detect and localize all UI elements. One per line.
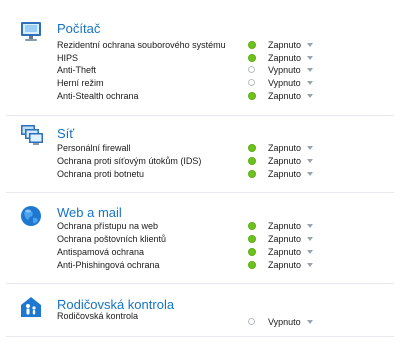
row-label: Ochrana poštovních klientů (57, 234, 167, 244)
list-item: Anti-Theft Vypnuto (57, 63, 387, 77)
chevron-down-icon (307, 237, 313, 241)
list-item: Personální firewall Zapnuto (57, 141, 387, 155)
parental-control-icon (20, 296, 42, 318)
list-item: Ochrana poštovních klientů Zapnuto (57, 232, 387, 246)
section-divider (6, 283, 394, 284)
status-dot-icon (248, 92, 256, 100)
list-item: Rodičovská kontrola Vypnuto (57, 309, 387, 327)
status-dot-icon (248, 248, 256, 256)
section-divider (6, 192, 394, 193)
status-text: Zapnuto (268, 169, 302, 179)
chevron-down-icon (307, 56, 313, 60)
status-dot-icon (248, 144, 256, 152)
section-divider (6, 115, 394, 116)
monitor-icon (20, 20, 42, 42)
status-text: Zapnuto (268, 234, 302, 244)
status-text: Zapnuto (268, 221, 302, 231)
status-dot-icon (248, 79, 255, 86)
section-title[interactable]: Síť (57, 126, 74, 141)
status-dot-icon (248, 170, 256, 178)
row-label: Ochrana proti síťovým útokům (IDS) (57, 156, 202, 166)
network-computers-icon (20, 124, 43, 146)
list-item: Rezidentní ochrana souborového systému Z… (57, 38, 387, 52)
globe-icon (20, 205, 42, 227)
row-label: Personální firewall (57, 143, 131, 153)
chevron-down-icon (307, 81, 313, 85)
status-dot-icon (248, 66, 255, 73)
list-item: Herní režim Vypnuto (57, 76, 387, 90)
section-title[interactable]: Počítač (57, 21, 100, 36)
row-label: Herní režim (57, 78, 104, 88)
status-text: Vypnuto (268, 78, 301, 88)
status-text: Zapnuto (268, 260, 302, 270)
status-dot-icon (248, 157, 256, 165)
status-dot-icon (248, 235, 256, 243)
chevron-down-icon (307, 146, 313, 150)
chevron-down-icon (307, 250, 313, 254)
status-dot-icon (248, 41, 256, 49)
status-text: Zapnuto (268, 91, 302, 101)
row-label: Rodičovská kontrola (57, 311, 139, 321)
status-dot-icon (248, 318, 255, 325)
row-label: Rezidentní ochrana souborového systému (57, 40, 226, 50)
chevron-down-icon (307, 263, 313, 267)
status-text: Zapnuto (268, 143, 302, 153)
status-text: Vypnuto (268, 317, 301, 327)
row-label: Ochrana přístupu na web (57, 221, 159, 231)
list-item: Ochrana proti síťovým útokům (IDS) Zapnu… (57, 154, 387, 168)
list-item: Anti-Stealth ochrana Zapnuto (57, 89, 387, 103)
chevron-down-icon (307, 320, 313, 324)
chevron-down-icon (307, 224, 313, 228)
status-dot-icon (248, 54, 256, 62)
row-label: Anti-Phishingová ochrana (57, 260, 160, 270)
list-item: Ochrana přístupu na web Zapnuto (57, 219, 387, 233)
status-dot-icon (248, 222, 256, 230)
status-text: Zapnuto (268, 247, 302, 257)
status-text: Vypnuto (268, 65, 301, 75)
list-item: Ochrana proti botnetu Zapnuto (57, 167, 387, 181)
status-dot-icon (248, 261, 256, 269)
row-label: Anti-Theft (57, 65, 97, 75)
row-label: Anti-Stealth ochrana (57, 91, 139, 101)
chevron-down-icon (307, 68, 313, 72)
section-title[interactable]: Web a mail (57, 205, 122, 220)
chevron-down-icon (307, 172, 313, 176)
row-label: Ochrana proti botnetu (57, 169, 145, 179)
status-text: Zapnuto (268, 40, 302, 50)
status-text: Zapnuto (268, 156, 302, 166)
list-item: Anti-Phishingová ochrana Zapnuto (57, 258, 387, 272)
chevron-down-icon (307, 159, 313, 163)
chevron-down-icon (307, 43, 313, 47)
section-divider (6, 336, 394, 337)
chevron-down-icon (307, 94, 313, 98)
row-label: Antispamová ochrana (57, 247, 145, 257)
list-item: Antispamová ochrana Zapnuto (57, 245, 387, 259)
